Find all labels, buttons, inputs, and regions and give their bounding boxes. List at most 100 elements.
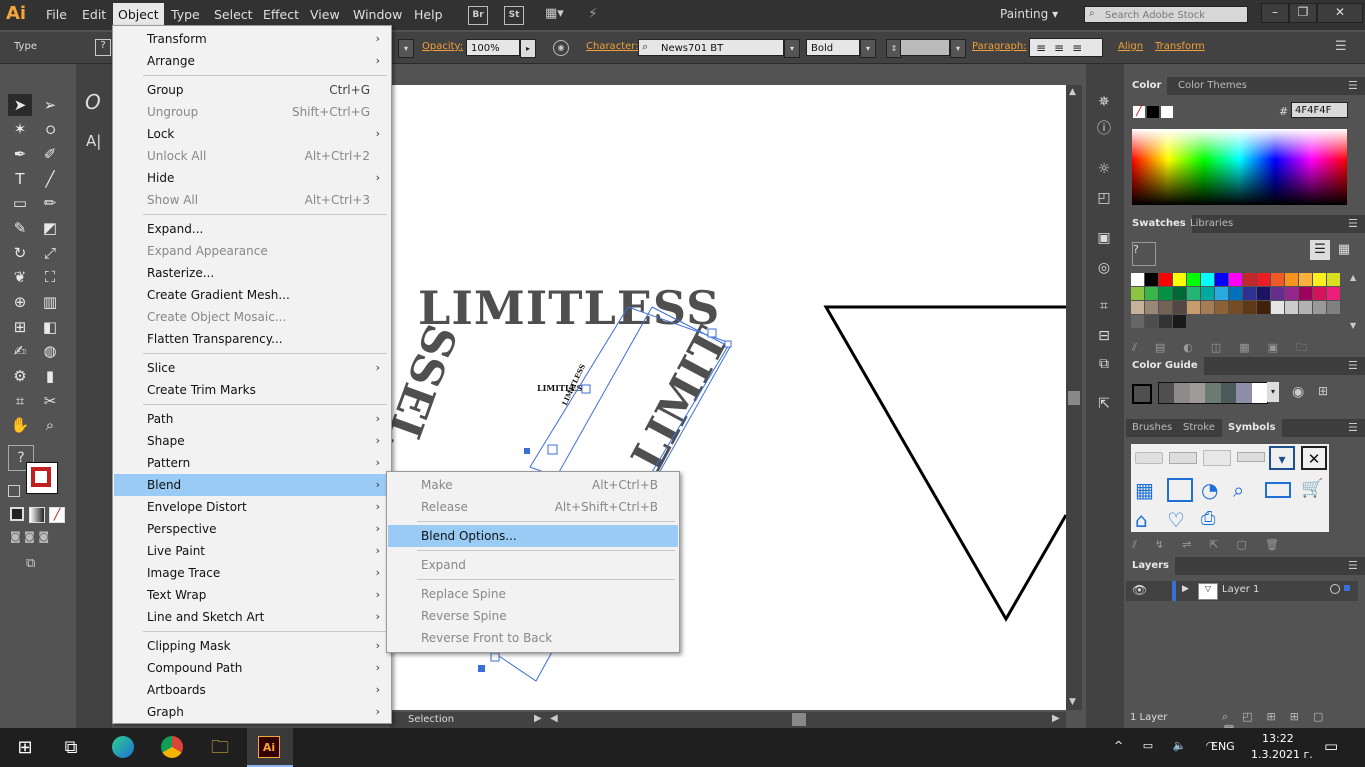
stock-icon[interactable]: St bbox=[504, 6, 524, 25]
menu-item-pattern[interactable]: Pattern › bbox=[114, 452, 390, 474]
magic-wand-tool-icon[interactable]: ✶ bbox=[8, 118, 32, 140]
line-tool-icon[interactable]: ╱ bbox=[38, 168, 62, 190]
opacity-arrow[interactable]: ▸ bbox=[520, 39, 536, 58]
scroll-down-icon[interactable]: ▼ bbox=[1069, 697, 1076, 707]
recolor-icon[interactable]: ◉ bbox=[553, 40, 569, 56]
swatch[interactable] bbox=[1215, 301, 1228, 314]
swatch[interactable] bbox=[1243, 287, 1256, 300]
swatch[interactable] bbox=[1313, 301, 1326, 314]
selection-handle[interactable] bbox=[581, 384, 591, 394]
menu-item-artboards[interactable]: Artboards › bbox=[114, 679, 390, 701]
free-transform-tool-icon[interactable]: ⛶ bbox=[38, 266, 62, 288]
menu-effect[interactable]: Effect bbox=[263, 7, 299, 22]
swatch[interactable] bbox=[1285, 273, 1298, 286]
cart-symbol-icon[interactable]: 🛒 bbox=[1301, 478, 1323, 499]
task-view-icon[interactable]: ⧉ bbox=[58, 736, 84, 760]
swatch[interactable] bbox=[1187, 287, 1200, 300]
swatch[interactable] bbox=[1271, 273, 1284, 286]
menu-item-line-and-sketch-art[interactable]: Line and Sketch Art › bbox=[114, 606, 390, 628]
artboard-tool-icon[interactable]: ⌗ bbox=[8, 390, 32, 412]
target-icon[interactable] bbox=[1330, 584, 1340, 594]
button-symbol-icon[interactable] bbox=[1135, 452, 1163, 464]
status-arrow-icon[interactable]: ▶ bbox=[534, 713, 542, 724]
export-icon[interactable]: ⇱ bbox=[1094, 394, 1114, 414]
warp-tool-icon[interactable]: ❦ bbox=[8, 266, 32, 288]
swatch-fill-stroke-icon[interactable]: ? bbox=[1132, 242, 1156, 266]
gradient-tool-icon[interactable]: ◧ bbox=[38, 316, 62, 338]
zoom-tool-icon[interactable]: ⌕ bbox=[38, 414, 62, 436]
maximize-button[interactable]: ❐ bbox=[1289, 3, 1317, 23]
swatch-scroll-up-icon[interactable]: ▲ bbox=[1350, 273, 1356, 282]
swatch[interactable] bbox=[1159, 301, 1172, 314]
eyedropper-tool-icon[interactable]: ✍ bbox=[8, 340, 32, 362]
curvature-tool-icon[interactable]: ✐ bbox=[38, 143, 62, 165]
swatch[interactable] bbox=[1229, 301, 1242, 314]
symbols-grid[interactable]: ▾ ✕ ▦ ◔ ⌕ 🛒 ⌂ ♡ ⎙ bbox=[1131, 444, 1329, 532]
stroke-dropdown[interactable]: ▾ bbox=[398, 39, 414, 58]
heart-symbol-icon[interactable]: ♡ bbox=[1167, 508, 1185, 532]
chrome-icon[interactable] bbox=[159, 736, 185, 760]
selection-indicator[interactable] bbox=[1344, 585, 1350, 591]
tab-symbols[interactable]: Symbols bbox=[1222, 419, 1282, 437]
font-size-input[interactable] bbox=[900, 39, 950, 56]
menu-help[interactable]: Help bbox=[414, 7, 443, 22]
swatch[interactable] bbox=[1159, 273, 1172, 286]
color-panel-menu-icon[interactable]: ☰ bbox=[1348, 79, 1358, 92]
stroke-swatch[interactable] bbox=[26, 462, 58, 494]
swatch[interactable] bbox=[1159, 287, 1172, 300]
selection-handle[interactable] bbox=[490, 652, 500, 662]
grid-view-icon[interactable]: ▦ bbox=[1334, 240, 1354, 260]
scroll-thumb[interactable] bbox=[1068, 391, 1080, 405]
swatch[interactable] bbox=[1145, 301, 1158, 314]
swatch[interactable] bbox=[1201, 273, 1214, 286]
graphic-styles-icon[interactable]: ☼ bbox=[1094, 159, 1114, 179]
color-guide-swatch[interactable] bbox=[1220, 383, 1237, 403]
menu-item-hide[interactable]: Hide › bbox=[114, 167, 390, 189]
swatch[interactable] bbox=[1145, 287, 1158, 300]
symbols-footer-icons[interactable]: ⫽↯⇌⇱▢🗑 bbox=[1132, 538, 1297, 552]
swatch[interactable] bbox=[1313, 273, 1326, 286]
swatch[interactable] bbox=[1173, 287, 1186, 300]
tab-swatches[interactable]: Swatches bbox=[1126, 215, 1192, 233]
layers-menu-icon[interactable]: ☰ bbox=[1348, 559, 1358, 572]
visibility-eye-icon[interactable]: 👁 bbox=[1132, 583, 1147, 597]
swatch[interactable] bbox=[1131, 287, 1144, 300]
save-group-icon[interactable]: ⊞ bbox=[1318, 384, 1328, 398]
control-menu-icon[interactable]: ☰ bbox=[1335, 39, 1347, 54]
swatch[interactable] bbox=[1187, 301, 1200, 314]
menu-item-image-trace[interactable]: Image Trace › bbox=[114, 562, 390, 584]
hex-input[interactable]: 4F4F4F bbox=[1291, 102, 1348, 118]
paragraph-label[interactable]: Paragraph: bbox=[972, 41, 1027, 52]
swatch[interactable] bbox=[1257, 273, 1270, 286]
clock-time[interactable]: 13:22 bbox=[1262, 732, 1294, 745]
menu-item-group[interactable]: Group Ctrl+G bbox=[114, 79, 390, 101]
swatch[interactable] bbox=[1271, 301, 1284, 314]
menu-item-lock[interactable]: Lock › bbox=[114, 123, 390, 145]
color-guide-swatch[interactable] bbox=[1159, 383, 1175, 403]
recolor-artwork-icon[interactable]: ◉ bbox=[1292, 384, 1304, 400]
menu-item-rasterize[interactable]: Rasterize... bbox=[114, 262, 390, 284]
close-button[interactable]: ✕ bbox=[1317, 3, 1363, 23]
menu-file[interactable]: File bbox=[46, 7, 67, 22]
menu-item-graph[interactable]: Graph › bbox=[114, 701, 390, 723]
font-size-dropdown[interactable]: ▾ bbox=[950, 39, 966, 58]
swatch[interactable] bbox=[1229, 287, 1242, 300]
menu-item-flatten-transparency[interactable]: Flatten Transparency... bbox=[114, 328, 390, 350]
edge-icon[interactable] bbox=[110, 736, 136, 760]
rss-symbol-icon[interactable]: ◔ bbox=[1201, 478, 1218, 502]
appearance-icon[interactable]: ✵ bbox=[1094, 92, 1114, 112]
calendar-symbol-icon[interactable]: ▦ bbox=[1135, 478, 1161, 502]
menu-item-live-paint[interactable]: Live Paint › bbox=[114, 540, 390, 562]
rotate-tool-icon[interactable]: ↻ bbox=[8, 242, 32, 264]
menu-select[interactable]: Select bbox=[214, 7, 253, 22]
color-guide-swatch[interactable] bbox=[1251, 383, 1267, 403]
tab-brushes[interactable]: Brushes bbox=[1126, 419, 1178, 437]
swatch[interactable] bbox=[1243, 301, 1256, 314]
color-guide-strip[interactable] bbox=[1158, 382, 1268, 404]
expand-arrow-icon[interactable]: ▶ bbox=[1182, 584, 1189, 594]
menu-item-shape[interactable]: Shape › bbox=[114, 430, 390, 452]
menu-item-envelope-distort[interactable]: Envelope Distort › bbox=[114, 496, 390, 518]
draw-mode-icons[interactable]: ◙ ◙ ◙ bbox=[10, 530, 66, 544]
color-guide-menu-icon[interactable]: ☰ bbox=[1348, 359, 1358, 372]
anchor-point[interactable] bbox=[478, 665, 485, 672]
